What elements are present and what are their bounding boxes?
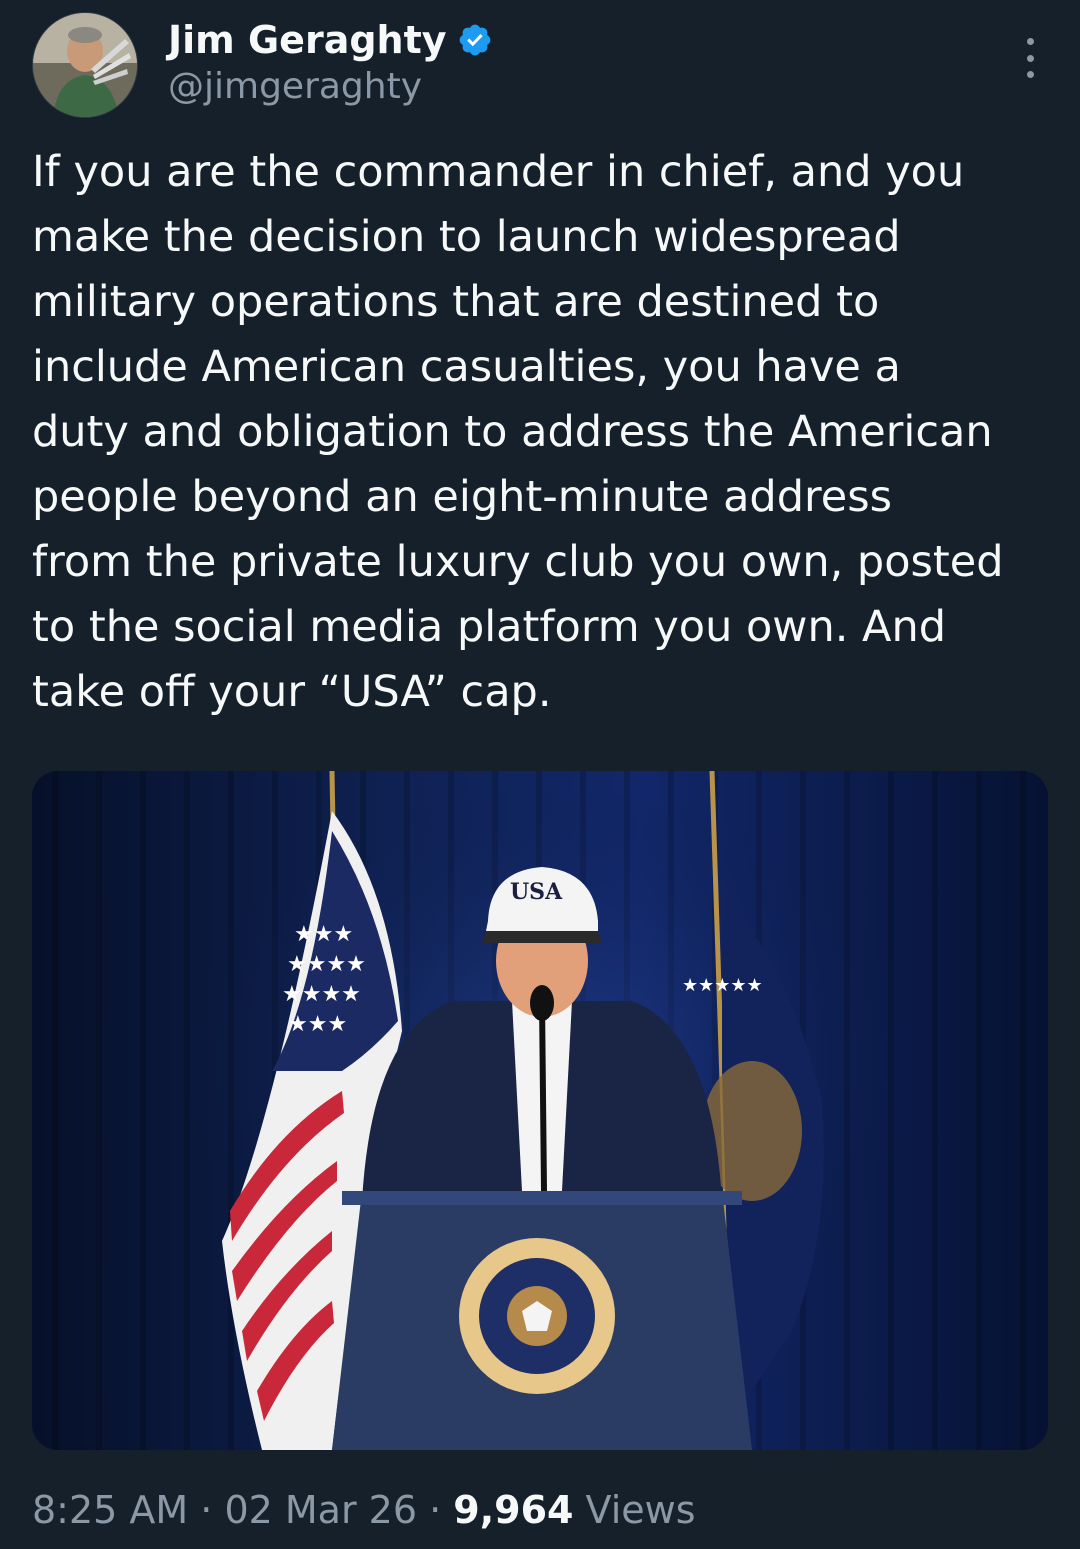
more-dot bbox=[1026, 71, 1034, 78]
verified-badge-icon bbox=[459, 24, 490, 56]
tweet-date[interactable]: 02 Mar 26 bbox=[224, 1488, 417, 1532]
tweet-media-image[interactable]: ★★★ ★★★★ ★★★★ ★★★ ★★★★★ USA bbox=[32, 771, 1048, 1450]
meta-separator: · bbox=[417, 1488, 454, 1532]
svg-text:★★★: ★★★ bbox=[288, 1012, 347, 1037]
more-dot bbox=[1026, 38, 1034, 45]
tweet-time[interactable]: 8:25 AM bbox=[32, 1488, 188, 1532]
views-count[interactable]: 9,964 bbox=[453, 1488, 573, 1532]
author-avatar[interactable] bbox=[32, 12, 138, 118]
meta-separator: · bbox=[188, 1488, 225, 1532]
cap-text: USA bbox=[510, 879, 563, 905]
podium bbox=[332, 1191, 752, 1450]
author-name[interactable]: Jim Geraghty bbox=[168, 18, 493, 62]
svg-text:★★★★: ★★★★ bbox=[287, 952, 366, 977]
more-dot bbox=[1026, 54, 1034, 62]
author-name-text: Jim Geraghty bbox=[168, 18, 447, 62]
avatar-photo-icon bbox=[33, 13, 137, 117]
views-label: Views bbox=[573, 1488, 696, 1532]
svg-text:★★★★: ★★★★ bbox=[282, 982, 361, 1007]
more-options-icon[interactable] bbox=[1022, 38, 1038, 78]
tweet-header: Jim Geraghty @jimgeraghty bbox=[32, 12, 1048, 120]
svg-text:★★★★★: ★★★★★ bbox=[682, 975, 763, 996]
svg-text:★★★: ★★★ bbox=[294, 922, 353, 947]
tweet-text: If you are the commander in chief, and y… bbox=[32, 147, 1004, 717]
tweet-meta: 8:25 AM · 02 Mar 26 · 9,964 Views bbox=[32, 1488, 696, 1532]
speech-photo: ★★★ ★★★★ ★★★★ ★★★ ★★★★★ USA bbox=[32, 771, 1048, 1450]
author-handle[interactable]: @jimgeraghty bbox=[168, 66, 422, 107]
